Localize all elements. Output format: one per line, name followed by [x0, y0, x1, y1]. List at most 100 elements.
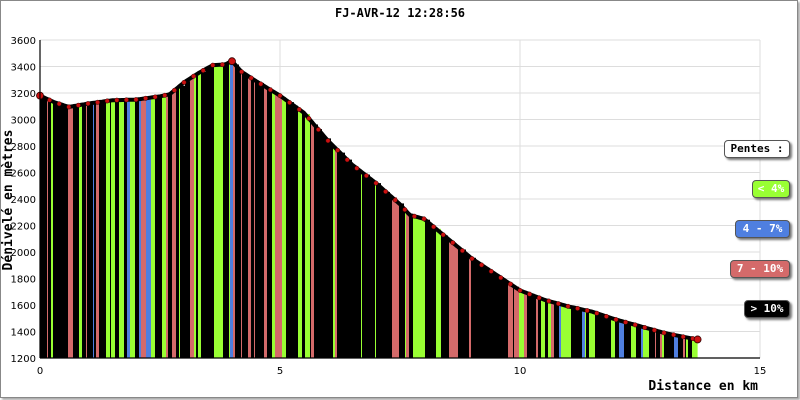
slope-bar: [67, 106, 68, 358]
slope-bar: [673, 334, 674, 358]
slope-bar: [424, 218, 425, 358]
slope-bar: [94, 102, 96, 358]
slope-bar: [435, 227, 436, 358]
slope-bar: [180, 85, 185, 359]
slope-bar: [229, 62, 230, 359]
slope-bar: [60, 104, 64, 358]
slope-bar: [179, 86, 180, 359]
slope-bar: [582, 309, 585, 358]
slope-bar: [166, 95, 168, 358]
y-tick-label: 3200: [11, 89, 36, 100]
profile-point: [344, 157, 350, 163]
slope-bar: [487, 268, 490, 358]
slope-bar: [607, 316, 608, 358]
chart-title: FJ-AVR-12 12:28:56: [335, 6, 465, 20]
slope-bar: [683, 336, 685, 358]
slope-bar: [201, 71, 206, 359]
profile-point: [565, 303, 571, 309]
slope-bar: [418, 217, 422, 358]
slope-bar: [47, 98, 48, 358]
slope-bar: [555, 302, 556, 358]
slope-bar: [619, 320, 624, 358]
slope-bar: [310, 119, 311, 358]
slope-bar: [404, 208, 405, 358]
slope-bar: [254, 79, 255, 358]
slope-bar: [264, 85, 267, 358]
profile-point: [584, 308, 590, 314]
x-tick-label: 10: [514, 366, 527, 377]
slope-bar: [425, 219, 430, 358]
slope-bar: [160, 96, 162, 358]
slope-bar: [73, 106, 74, 358]
legend-entry-moderate: 4 - 7%: [735, 220, 790, 238]
legend-entry-steep: 7 - 10%: [730, 260, 790, 278]
slope-bar: [176, 89, 179, 359]
profile-point: [171, 87, 177, 93]
slope-bar: [114, 100, 115, 358]
slope-bar: [615, 319, 619, 358]
slope-bar: [259, 82, 264, 358]
slope-bar: [218, 64, 219, 359]
slope-bar: [386, 191, 390, 358]
slope-bar: [397, 201, 399, 358]
slope-bar: [289, 102, 294, 358]
profile-point: [267, 87, 273, 93]
slope-bar: [135, 99, 139, 359]
x-tick-label: 15: [754, 366, 767, 377]
slope-bar: [482, 265, 485, 358]
slope-bar: [674, 334, 678, 358]
slope-bar: [311, 120, 314, 358]
slope-bar: [162, 95, 166, 358]
slope-bar: [82, 104, 86, 358]
slope-bar: [571, 306, 574, 358]
slope-bar: [636, 325, 641, 358]
slope-bar: [230, 62, 233, 358]
slope-bar: [608, 316, 611, 358]
slope-bar: [682, 336, 683, 358]
slope-bar: [190, 78, 194, 359]
profile-point: [335, 147, 341, 153]
profile-point: [661, 330, 667, 336]
slope-bar: [370, 178, 373, 358]
slope-bar: [255, 80, 259, 358]
slope-bar: [493, 272, 496, 358]
slope-bar: [211, 66, 212, 358]
slope-bar: [111, 100, 114, 358]
slope-bar: [411, 215, 413, 358]
slope-bar: [688, 337, 692, 358]
slope-bar: [198, 73, 201, 359]
profile-point: [488, 268, 494, 274]
y-tick-label: 1400: [11, 328, 36, 339]
profile-point: [219, 62, 225, 68]
slope-bar: [282, 97, 286, 358]
slope-bar: [624, 321, 629, 358]
slope-bar: [497, 275, 500, 358]
slope-bar: [546, 300, 547, 358]
slope-bar: [96, 102, 97, 358]
slope-bar: [365, 174, 370, 358]
slope-bar: [668, 333, 673, 358]
slope-bar: [449, 239, 451, 358]
slope-bar: [233, 62, 235, 358]
profile-point: [671, 332, 677, 338]
slope-bar: [532, 295, 536, 358]
profile-point: [440, 232, 446, 238]
slope-bar: [436, 228, 441, 358]
slope-bar: [186, 81, 190, 358]
profile-point: [546, 298, 552, 304]
profile-point: [383, 189, 389, 195]
y-tick-label: 3600: [11, 36, 36, 47]
profile-point: [123, 97, 129, 103]
slope-bar: [656, 330, 660, 358]
slope-bar: [392, 197, 397, 358]
slope-bar: [212, 65, 214, 358]
slope-bar: [569, 306, 571, 358]
slope-bar: [196, 74, 197, 358]
slope-bar: [448, 238, 449, 358]
slope-bar: [294, 105, 298, 359]
x-axis-label: Distance en km: [648, 379, 758, 394]
slope-bar: [375, 182, 376, 358]
slope-bar: [496, 274, 497, 358]
slope-bar: [267, 87, 272, 358]
slope-bar: [324, 136, 326, 358]
